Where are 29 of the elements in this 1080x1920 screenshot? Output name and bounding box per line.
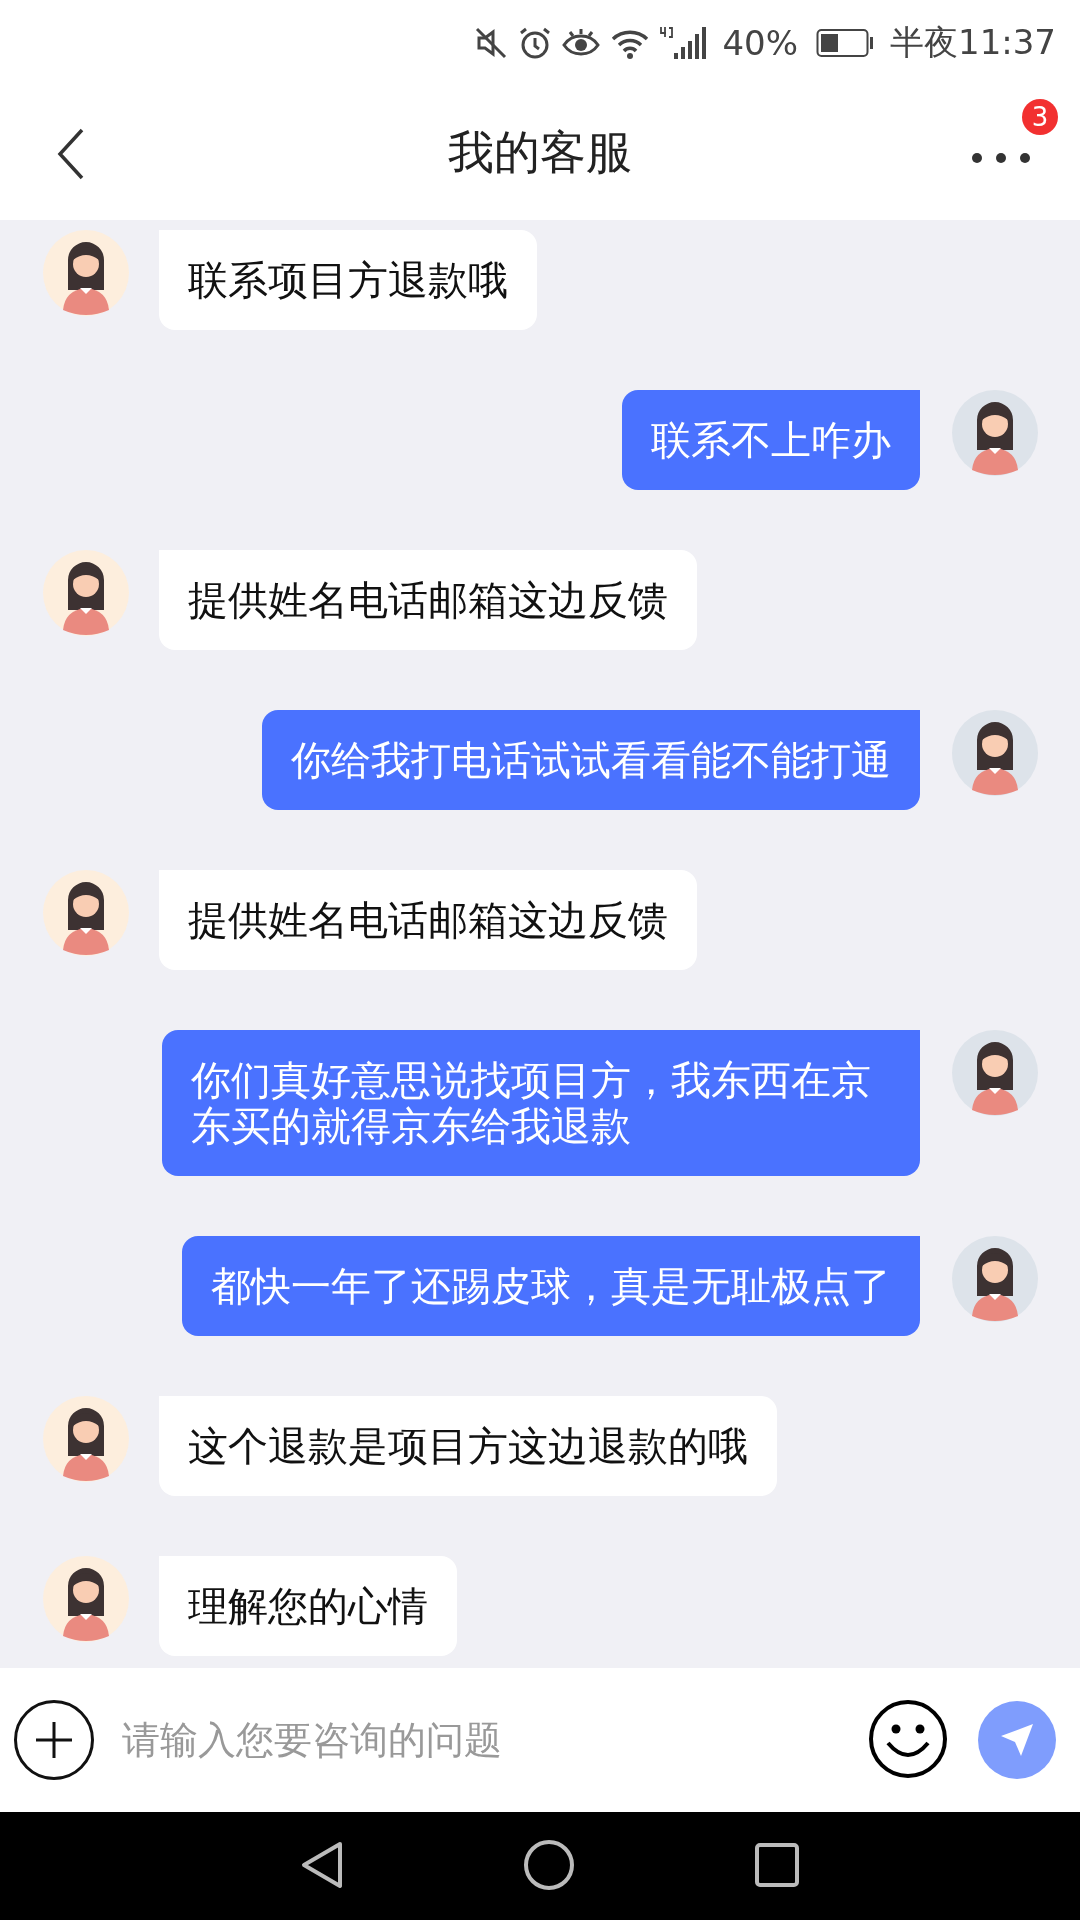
message-input[interactable]: 请输入您要咨询的问题 xyxy=(120,1717,868,1763)
avatar-icon xyxy=(952,1030,1038,1116)
more-icon xyxy=(970,151,1032,165)
message-bubble: 联系不上咋办 xyxy=(622,390,920,490)
alarm-icon xyxy=(518,25,553,60)
avatar-icon xyxy=(43,1396,129,1482)
avatar-icon xyxy=(952,390,1038,476)
notification-badge: 3 xyxy=(1022,99,1058,135)
message-bubble: 联系项目方退款哦 xyxy=(159,230,537,330)
message-bubble: 你们真好意思说找项目方，我东西在京东买的就得京东给我退款 xyxy=(162,1030,920,1176)
message-bubble: 理解您的心情 xyxy=(159,1556,457,1656)
message-bubble: 都快一年了还踢皮球，真是无耻极点了 xyxy=(182,1236,920,1336)
message-bubble: 提供姓名电话邮箱这边反馈 xyxy=(159,550,697,650)
avatar-icon xyxy=(43,870,129,956)
battery-icon xyxy=(816,27,874,58)
avatar-icon xyxy=(43,550,129,636)
message-bubble: 提供姓名电话邮箱这边反馈 xyxy=(159,870,697,970)
mute-icon xyxy=(474,25,509,60)
avatar-icon xyxy=(952,1236,1038,1322)
page-title: 我的客服 xyxy=(448,123,632,181)
message-bubble: 这个退款是项目方这边退款的哦 xyxy=(159,1396,777,1496)
avatar-icon xyxy=(43,230,129,316)
plus-icon xyxy=(34,1720,74,1760)
avatar-icon xyxy=(952,710,1038,796)
battery-percent: 40% xyxy=(722,22,798,63)
back-icon xyxy=(56,127,86,181)
status-time: 半夜11:37 xyxy=(890,20,1056,64)
avatar-icon xyxy=(43,1556,129,1642)
message-bubble: 你给我打电话试试看看能不能打通 xyxy=(262,710,920,810)
